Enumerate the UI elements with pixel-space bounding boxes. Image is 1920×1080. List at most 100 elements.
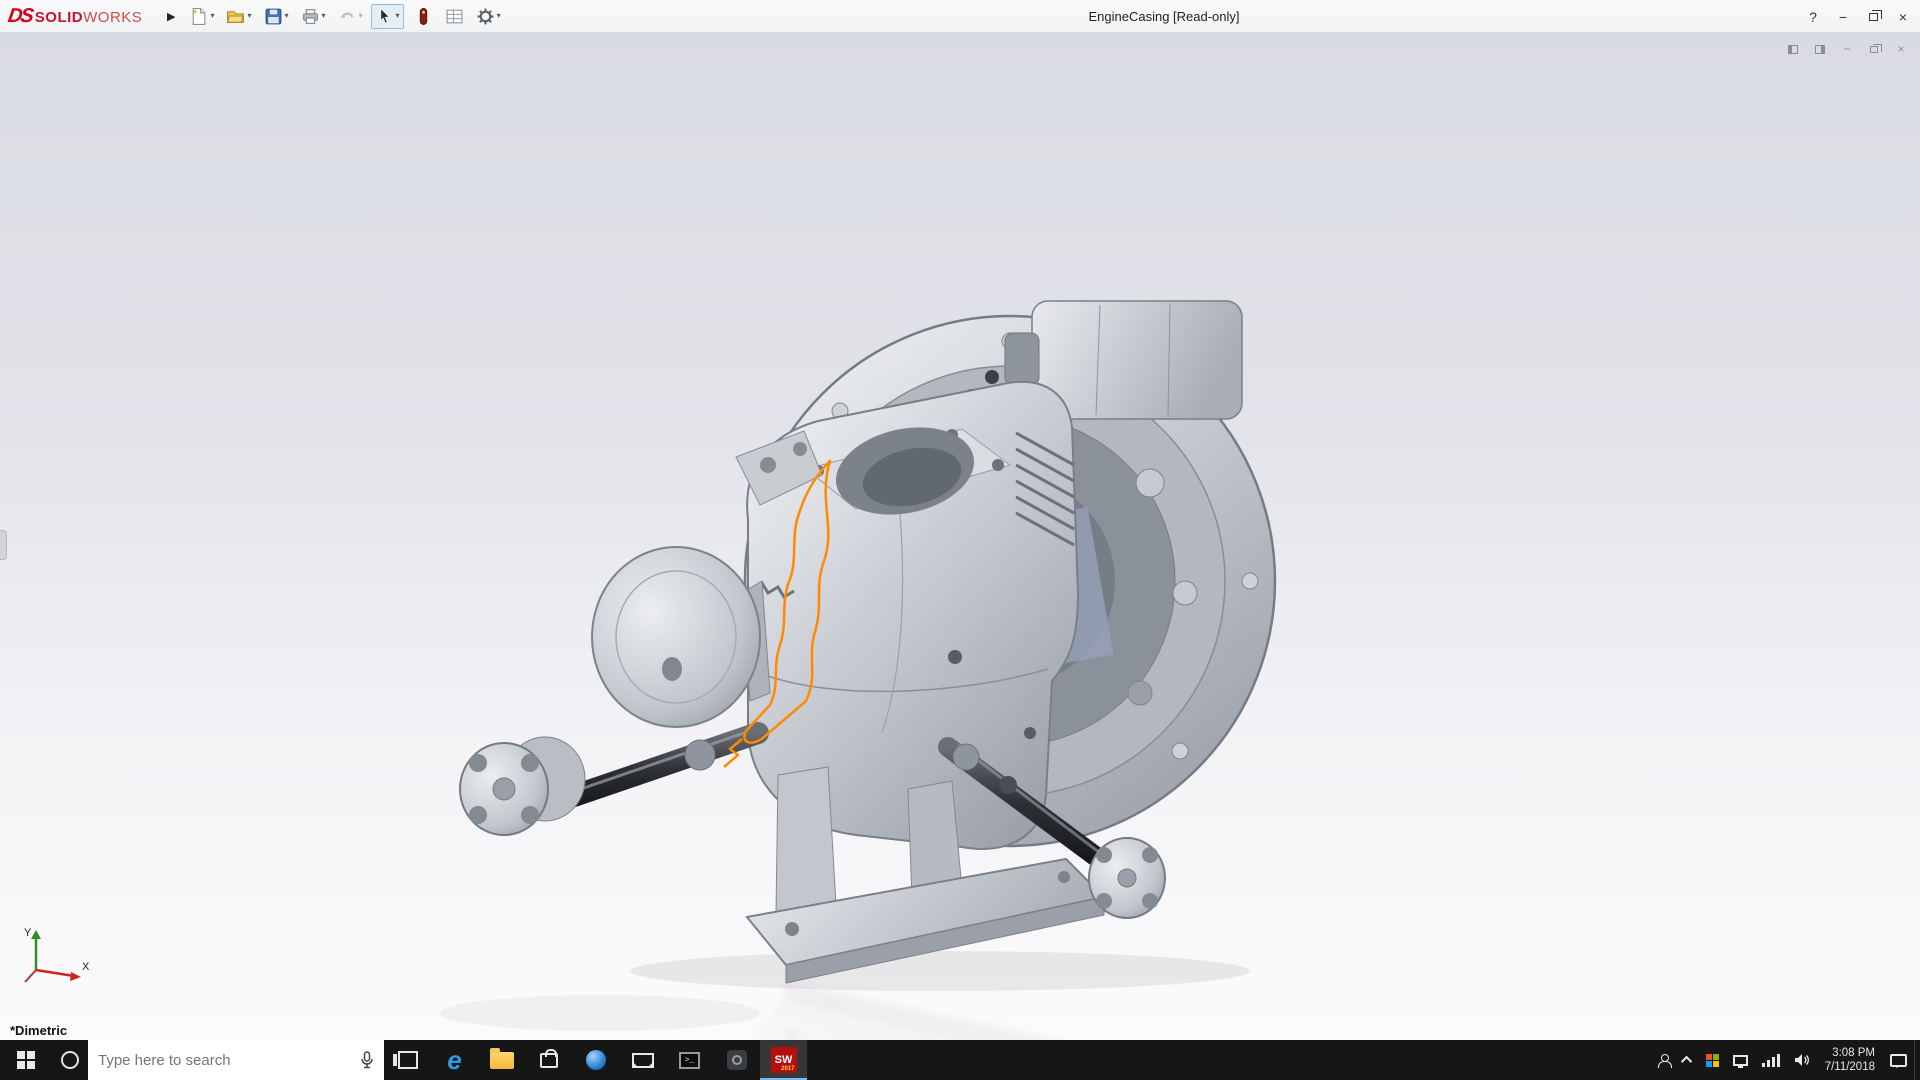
show-desktop-button[interactable] [1914,1040,1920,1080]
new-document-icon [189,7,208,26]
print-icon [301,7,320,26]
cortana-icon [61,1051,79,1069]
dropdown-caret-icon: ▾ [322,12,326,20]
print-button[interactable]: ▾ [297,4,330,29]
windows-logo-icon [17,1051,35,1069]
restore-button[interactable] [1858,4,1888,30]
brand-solid: SOLID [35,9,83,26]
ds-logo-icon: DS [6,5,33,28]
security-button[interactable] [1699,1040,1726,1080]
solidworks-taskbar-button[interactable]: SW 2017 [760,1040,807,1080]
volume-icon [1794,1053,1810,1067]
undo-button[interactable]: ▾ [334,4,367,29]
sheet-icon [445,7,464,26]
app-icon [727,1050,747,1070]
help-button[interactable]: ? [1798,4,1828,30]
menu-expand-arrow-icon[interactable]: ▶ [167,10,175,23]
dropdown-caret-icon: ▾ [359,12,363,20]
document-window-controls: − × [1784,41,1910,57]
system-tray: 3:08 PM 7/11/2018 [1651,1040,1920,1080]
new-document-button[interactable]: ▾ [185,4,218,29]
doc-popout-button[interactable] [1811,41,1829,57]
store-button[interactable] [525,1040,572,1080]
engine-casing-model[interactable] [0,33,1920,1040]
app-button[interactable] [713,1040,760,1080]
ground-shadow [630,951,1250,991]
hidden-icons-button[interactable] [1677,1040,1699,1080]
display-button[interactable] [1726,1040,1755,1080]
notification-icon [1890,1054,1907,1067]
close-button[interactable]: × [1888,4,1918,30]
file-explorer-icon [490,1052,514,1069]
tray-time: 3:08 PM [1832,1046,1875,1060]
triad-x-label: X [82,961,90,973]
solidworks-icon-label: SW [775,1054,793,1066]
solidworks-icon: SW 2017 [771,1047,797,1073]
solidworks-resources-button[interactable] [410,4,437,29]
network-icon [1762,1054,1780,1067]
dropdown-caret-icon: ▾ [210,12,214,20]
file-explorer-button[interactable] [478,1040,525,1080]
browser-icon [586,1050,606,1070]
gear-icon [476,7,495,26]
security-icon [1706,1054,1719,1067]
doc-close-button[interactable]: × [1892,41,1910,57]
titlebar: DS SOLID WORKS ▶ ▾ ▾ ▾ [0,0,1920,33]
solidworks-icon-year: 2017 [781,1066,794,1072]
brand-works: WORKS [83,9,142,26]
document-title: EngineCasing [Read-only] [1088,0,1239,33]
mail-button[interactable] [619,1040,666,1080]
doc-restore-button[interactable] [1865,41,1883,57]
store-icon [540,1053,558,1068]
edge-button[interactable]: e [431,1040,478,1080]
clock[interactable]: 3:08 PM 7/11/2018 [1817,1040,1883,1080]
search-input[interactable] [98,1052,352,1069]
open-button[interactable]: ▾ [222,4,255,29]
evaluate-sheet-button[interactable] [441,4,468,29]
start-button[interactable] [0,1040,52,1080]
taskbar-apps: e >_ SW 2017 [384,1040,807,1080]
options-button[interactable]: ▾ [472,4,505,29]
orientation-triad[interactable]: Y X [22,926,92,988]
network-button[interactable] [1755,1040,1787,1080]
resources-icon [414,7,433,26]
reflection-smudge [440,995,760,1031]
terminal-button[interactable]: >_ [666,1040,713,1080]
volume-button[interactable] [1787,1040,1817,1080]
terminal-icon: >_ [679,1052,700,1069]
cortana-button[interactable] [52,1040,88,1080]
pane-right-icon [1815,45,1825,54]
undo-icon [338,7,357,26]
people-icon [1658,1054,1670,1066]
people-button[interactable] [1651,1040,1677,1080]
save-icon [264,7,283,26]
minimize-button[interactable]: − [1828,4,1858,30]
graphics-area[interactable]: − × Y X *Dimetric [0,33,1920,1040]
action-center-button[interactable] [1883,1040,1914,1080]
doc-tile-button[interactable] [1784,41,1802,57]
restore-icon [1869,13,1878,21]
doc-minimize-button[interactable]: − [1838,41,1856,57]
pane-left-icon [1788,45,1798,54]
open-folder-icon [226,7,245,26]
dropdown-caret-icon: ▾ [247,12,251,20]
display-icon [1733,1055,1748,1066]
triad-y-label: Y [24,927,32,939]
browser-button[interactable] [572,1040,619,1080]
doc-restore-icon [1870,46,1878,53]
edge-icon: e [447,1047,461,1073]
model-geometry[interactable] [460,301,1275,983]
feature-panel-collapse-tab[interactable] [0,530,7,560]
save-button[interactable]: ▾ [260,4,293,29]
microphone-icon[interactable] [360,1051,374,1069]
taskbar: e >_ SW 2017 [0,1040,1920,1080]
tray-date: 7/11/2018 [1825,1060,1875,1074]
dropdown-caret-icon: ▾ [285,12,289,20]
mail-icon [632,1053,654,1068]
select-tool-button[interactable]: ▾ [371,4,404,29]
chevron-up-icon [1681,1056,1692,1067]
view-orientation-label: *Dimetric [10,1023,67,1038]
taskbar-search[interactable] [88,1040,384,1080]
select-cursor-icon [375,7,394,26]
task-view-button[interactable] [384,1040,431,1080]
